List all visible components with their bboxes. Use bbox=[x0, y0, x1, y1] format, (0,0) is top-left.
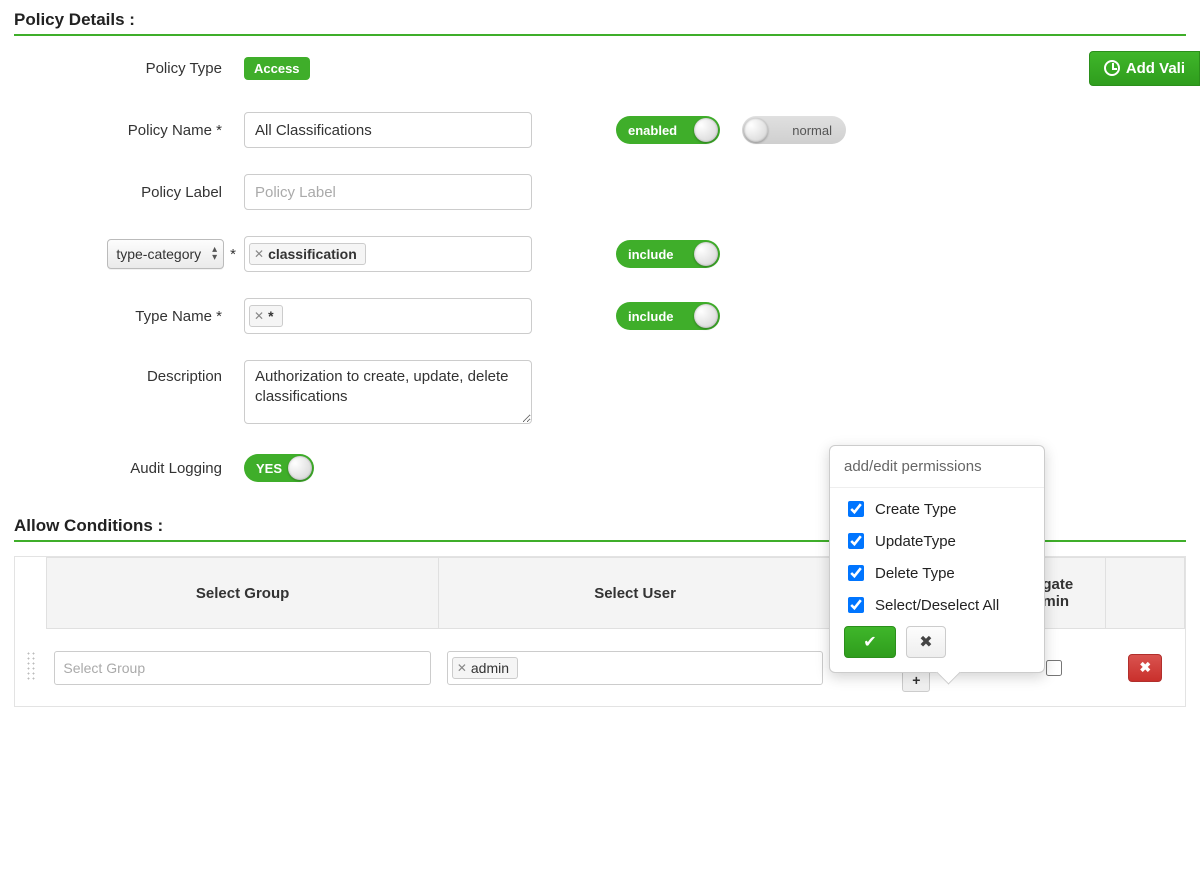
policy-details-heading: Policy Details : bbox=[14, 10, 1186, 36]
type-name-tag[interactable]: ✕ * bbox=[249, 305, 283, 327]
audit-logging-label: Audit Logging bbox=[14, 460, 244, 477]
policy-type-badge: Access bbox=[244, 57, 310, 80]
user-tag[interactable]: ✕ admin bbox=[452, 657, 518, 679]
required-mark: * bbox=[230, 246, 236, 263]
col-select-group: Select Group bbox=[46, 558, 438, 629]
perm-checkbox-all[interactable] bbox=[848, 597, 864, 613]
policy-label-input[interactable] bbox=[244, 174, 532, 210]
perm-checkbox-create[interactable] bbox=[848, 501, 864, 517]
perm-checkbox-delete[interactable] bbox=[848, 565, 864, 581]
tag-remove-icon[interactable]: ✕ bbox=[254, 247, 264, 261]
perm-option-create[interactable]: Create Type bbox=[844, 498, 1030, 520]
audit-logging-toggle[interactable]: YES bbox=[244, 454, 314, 482]
col-select-user: Select User bbox=[439, 558, 831, 629]
perm-option-update[interactable]: UpdateType bbox=[844, 530, 1030, 552]
type-name-input[interactable]: ✕ * bbox=[244, 298, 532, 334]
description-label: Description bbox=[14, 360, 244, 385]
clock-icon bbox=[1104, 60, 1120, 76]
close-icon: ✖ bbox=[1139, 659, 1151, 676]
type-category-input[interactable]: ✕ classification bbox=[244, 236, 532, 272]
policy-details-form: Policy Type Access Add Vali Policy Name … bbox=[14, 50, 1186, 486]
policy-type-label: Policy Type bbox=[14, 60, 244, 77]
add-validity-button[interactable]: Add Vali bbox=[1089, 51, 1200, 86]
description-input[interactable]: Authorization to create, update, delete … bbox=[244, 360, 532, 424]
updown-icon: ▴▾ bbox=[212, 246, 217, 262]
enabled-toggle[interactable]: enabled bbox=[616, 116, 720, 144]
type-category-select[interactable]: type-category ▴▾ bbox=[107, 239, 224, 269]
allow-conditions-panel: add/edit permissions Create Type UpdateT… bbox=[14, 556, 1186, 707]
select-group-input[interactable]: Select Group bbox=[54, 651, 430, 685]
policy-name-input[interactable] bbox=[244, 112, 532, 148]
type-name-include-toggle[interactable]: include bbox=[616, 302, 720, 330]
perm-option-delete[interactable]: Delete Type bbox=[844, 562, 1030, 584]
normal-toggle[interactable]: normal bbox=[742, 116, 846, 144]
check-icon: ✔ bbox=[863, 632, 876, 652]
popover-cancel-button[interactable]: ✖ bbox=[906, 626, 946, 658]
type-category-tag[interactable]: ✕ classification bbox=[249, 243, 366, 265]
delegate-admin-checkbox[interactable] bbox=[1046, 660, 1062, 676]
perm-option-all[interactable]: Select/Deselect All bbox=[844, 594, 1030, 616]
col-actions bbox=[1106, 558, 1185, 629]
tag-remove-icon[interactable]: ✕ bbox=[254, 309, 264, 323]
delete-row-button[interactable]: ✖ bbox=[1128, 654, 1162, 682]
perm-checkbox-update[interactable] bbox=[848, 533, 864, 549]
drag-handle-icon[interactable] bbox=[26, 651, 36, 681]
close-icon: ✖ bbox=[919, 632, 932, 652]
permissions-popover: add/edit permissions Create Type UpdateT… bbox=[829, 445, 1045, 673]
policy-name-label: Policy Name bbox=[14, 122, 244, 139]
policy-label-label: Policy Label bbox=[14, 184, 244, 201]
type-category-include-toggle[interactable]: include bbox=[616, 240, 720, 268]
popover-confirm-button[interactable]: ✔ bbox=[844, 626, 896, 658]
type-name-label: Type Name bbox=[14, 308, 244, 325]
popover-title: add/edit permissions bbox=[830, 446, 1044, 488]
tag-remove-icon[interactable]: ✕ bbox=[457, 661, 467, 675]
select-user-input[interactable]: ✕ admin bbox=[447, 651, 823, 685]
